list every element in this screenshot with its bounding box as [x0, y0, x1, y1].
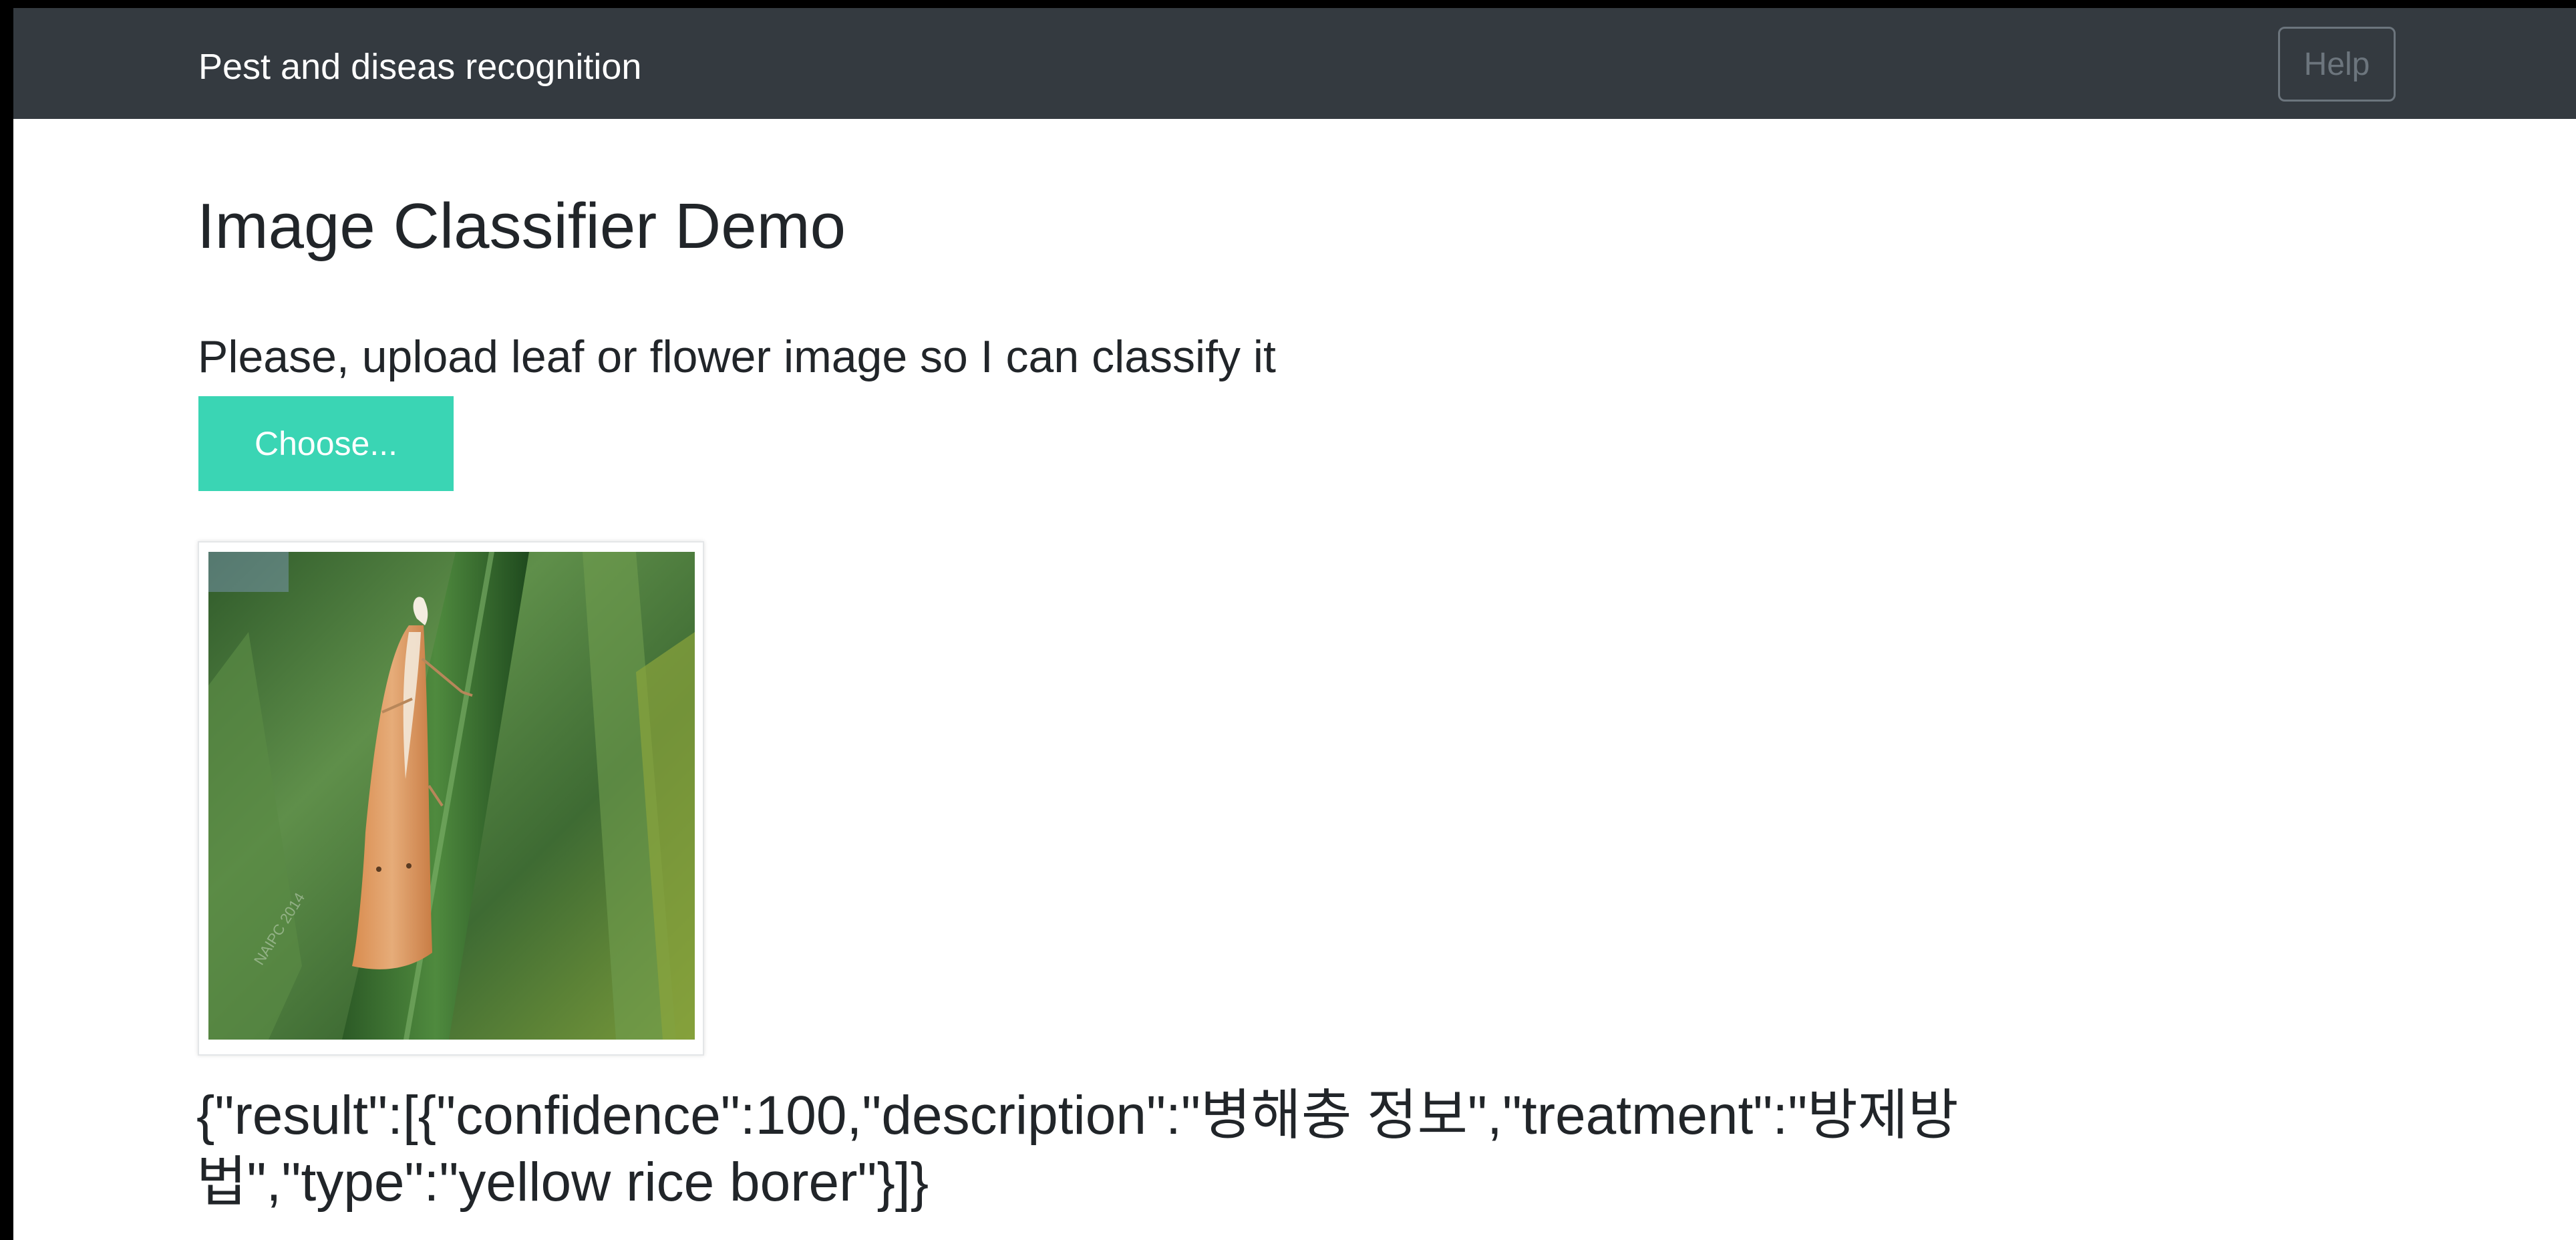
choose-file-button[interactable]: Choose...: [198, 396, 454, 491]
help-button[interactable]: Help: [2278, 27, 2396, 102]
image-preview: NAIPC 2014: [198, 541, 704, 1056]
app-window: Pest and diseas recognition Help Image C…: [13, 8, 2576, 1240]
upload-instruction: Please, upload leaf or flower image so I…: [198, 331, 1276, 382]
page-title: Image Classifier Demo: [197, 190, 846, 262]
brand-title[interactable]: Pest and diseas recognition: [198, 45, 641, 88]
classification-result: {"result":[{"confidence":100,"descriptio…: [196, 1085, 1959, 1213]
moth-photo: NAIPC 2014: [208, 552, 695, 1040]
navbar: Pest and diseas recognition Help: [13, 8, 2576, 119]
